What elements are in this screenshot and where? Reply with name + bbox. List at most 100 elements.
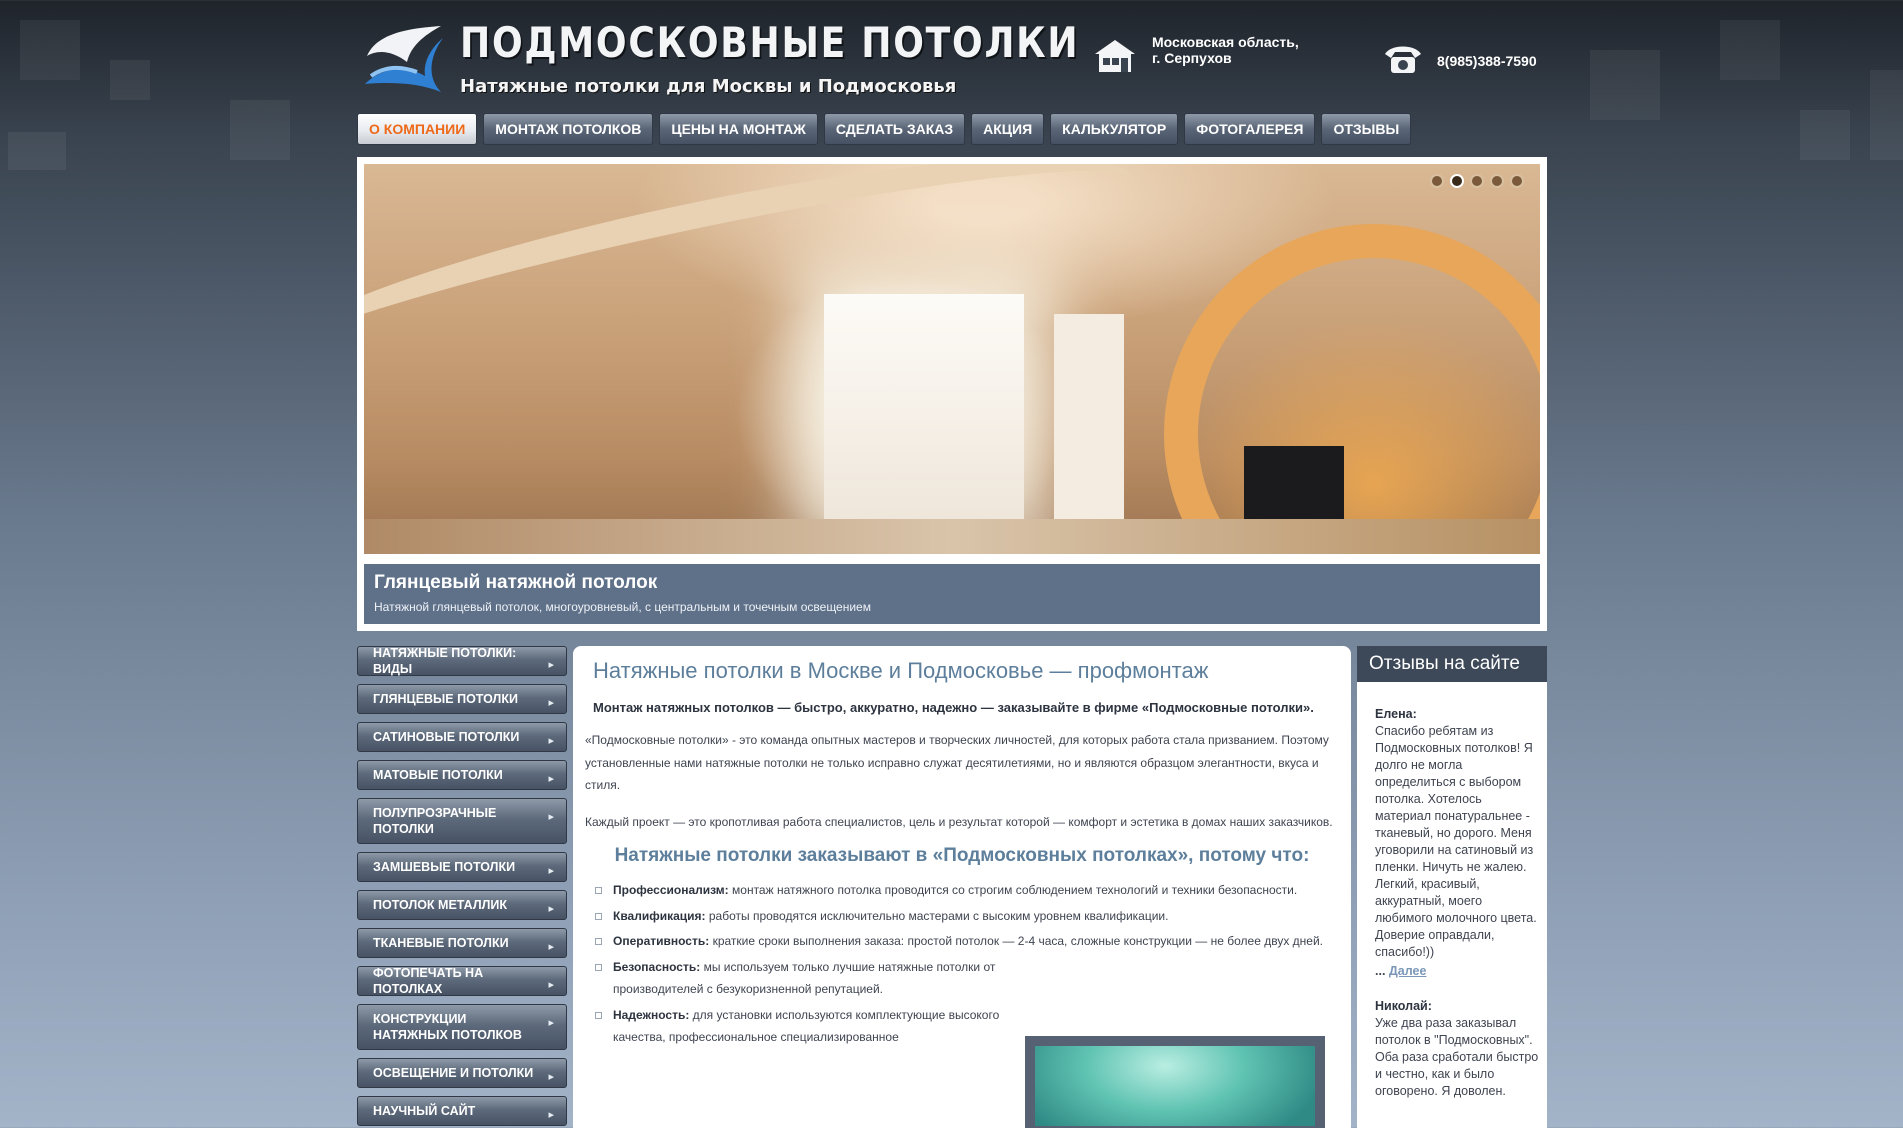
paragraph: «Подмосковные потолки» - это команда опы…: [585, 733, 1329, 792]
list-item-text: монтаж натяжного потолка проводится со с…: [732, 883, 1298, 897]
list-item-term: Надежность:: [613, 1007, 690, 1022]
nav-item-about[interactable]: О КОМПАНИИ: [357, 113, 478, 145]
background-decoration: [110, 60, 150, 100]
background-decoration: [1720, 20, 1780, 80]
chevron-right-icon: ▸: [548, 941, 554, 953]
sidebar-item-label: НАТЯЖНЫЕ ПОТОЛКИ: ВИДЫ: [373, 646, 517, 676]
reviews-title: Отзывы на сайте: [1357, 646, 1547, 682]
paragraph: Каждый проект — это кропотливая работа с…: [585, 814, 1333, 829]
tv-screen: [1244, 446, 1344, 521]
chevron-right-icon: ▸: [548, 735, 554, 747]
review-author: Елена:: [1375, 707, 1417, 721]
slider-dot-active[interactable]: [1450, 174, 1464, 188]
slider-dot[interactable]: [1470, 174, 1484, 188]
list-item-text: краткие сроки выполнения заказа: простой…: [712, 934, 1323, 948]
sidebar-item-constructions[interactable]: КОНСТРУКЦИИ НАТЯЖНЫХ ПОТОЛКОВ ▸: [357, 1004, 567, 1050]
ceiling-beam: [364, 164, 1149, 437]
phone-number[interactable]: 8(985)388-7590: [1437, 53, 1537, 69]
review-more-link[interactable]: Далее: [1389, 964, 1427, 978]
list-item: Квалификация: работы проводятся исключит…: [585, 905, 1339, 928]
sidebar-item-label: МАТОВЫЕ ПОТОЛКИ: [373, 768, 503, 782]
review-author: Николай:: [1375, 999, 1432, 1013]
nav-item-prices[interactable]: ЦЕНЫ НА МОНТАЖ: [659, 113, 818, 145]
list-item-text: работы проводятся исключительно мастерам…: [708, 908, 1169, 923]
sidebar-item-suede[interactable]: ЗАМШЕВЫЕ ПОТОЛКИ ▸: [357, 852, 567, 882]
ceiling-photo: [1035, 1046, 1315, 1126]
logo-icon[interactable]: [361, 22, 443, 94]
sidebar-item-label: КОНСТРУКЦИИ НАТЯЖНЫХ ПОТОЛКОВ: [373, 1012, 522, 1042]
list-item: Оперативность: краткие сроки выполнения …: [585, 930, 1339, 953]
reasons-list: Профессионализм: монтаж натяжного потолк…: [585, 879, 1339, 1049]
reviews-panel: Отзывы на сайте Елена: Спасибо ребятам и…: [1357, 646, 1547, 1128]
nav-item-promo[interactable]: АКЦИЯ: [971, 113, 1045, 145]
slide-caption-title: Глянцевый натяжной потолок: [374, 572, 658, 593]
sidebar-item-glossy[interactable]: ГЛЯНЦЕВЫЕ ПОТОЛКИ ▸: [357, 684, 567, 714]
main-content: Натяжные потолки в Москве и Подмосковье …: [573, 646, 1351, 1128]
review: Елена: Спасибо ребятам из Подмосковных п…: [1357, 706, 1547, 980]
list-item-term: Квалификация:: [613, 908, 706, 923]
image-slider: Глянцевый натяжной потолок Натяжной глян…: [357, 157, 1547, 631]
review-more: ... Далее: [1375, 963, 1539, 980]
nav-item-order[interactable]: СДЕЛАТЬ ЗАКАЗ: [823, 113, 966, 145]
sidebar-item-matte[interactable]: МАТОВЫЕ ПОТОЛКИ ▸: [357, 760, 567, 790]
bullet-icon: [595, 938, 602, 945]
background-decoration: [8, 132, 66, 170]
sidebar-item-fabric[interactable]: ТКАНЕВЫЕ ПОТОЛКИ ▸: [357, 928, 567, 958]
chevron-right-icon: ▸: [548, 1071, 554, 1083]
chevron-right-icon: ▸: [548, 1109, 554, 1121]
sidebar-item-label: ПОТОЛОК МЕТАЛЛИК: [373, 898, 507, 912]
list-item-term: Безопасность:: [613, 959, 701, 974]
sidebar-item-lighting[interactable]: ОСВЕЩЕНИЕ И ПОТОЛКИ ▸: [357, 1058, 567, 1088]
house-icon: [1095, 40, 1135, 72]
page-title: Натяжные потолки в Москве и Подмосковье …: [593, 658, 1209, 683]
review-text: Спасибо ребятам из Подмосковных потолков…: [1375, 724, 1537, 959]
sidebar-item-label: САТИНОВЫЕ ПОТОЛКИ: [373, 730, 520, 744]
ceiling-photo-thumbnail[interactable]: [1025, 1036, 1325, 1128]
address-line: Московская область,: [1152, 34, 1299, 50]
sidebar-item-translucent[interactable]: ПОЛУПРОЗРАЧНЫЕ ПОТОЛКИ ▸: [357, 798, 567, 844]
bullet-icon: [595, 912, 602, 920]
slider-dot[interactable]: [1430, 174, 1444, 188]
brand-title[interactable]: ПОДМОСКОВНЫЕ ПОТОЛКИ: [460, 18, 1079, 67]
chevron-right-icon: ▸: [548, 697, 554, 709]
slider-dot[interactable]: [1490, 174, 1504, 188]
sidebar-item-photoprint[interactable]: ФОТОПЕЧАТЬ НА ПОТОЛКАХ ▸: [357, 966, 567, 996]
lead-text: Монтаж натяжных потолков — быстро, аккур…: [593, 700, 1314, 715]
review: Николай: Уже два раза заказывал потолок …: [1357, 998, 1547, 1100]
background-decoration: [1870, 70, 1903, 160]
chevron-right-icon: ▸: [548, 903, 554, 915]
bullet-icon: [595, 1011, 602, 1019]
list-item: Надежность: для установки используются к…: [585, 1004, 1033, 1049]
sidebar-item-label: ЗАМШЕВЫЕ ПОТОЛКИ: [373, 860, 516, 874]
ceiling-arch: [1164, 224, 1540, 554]
phone-icon: [1385, 46, 1421, 73]
nav-item-calculator[interactable]: КАЛЬКУЛЯТОР: [1050, 113, 1179, 145]
slider-dot[interactable]: [1510, 174, 1524, 188]
background-decoration: [20, 20, 80, 80]
main-nav: О КОМПАНИИ МОНТАЖ ПОТОЛКОВ ЦЕНЫ НА МОНТА…: [357, 113, 1412, 145]
sidebar-item-label: НАУЧНЫЙ САЙТ: [373, 1104, 476, 1118]
nav-item-gallery[interactable]: ФОТОГАЛЕРЕЯ: [1184, 113, 1316, 145]
sidebar-item-label: ОСВЕЩЕНИЕ И ПОТОЛКИ: [373, 1066, 534, 1080]
slide-caption-text: Натяжной глянцевый потолок, многоуровнев…: [374, 600, 871, 614]
nav-item-installation[interactable]: МОНТАЖ ПОТОЛКОВ: [483, 113, 654, 145]
nav-item-reviews[interactable]: ОТЗЫВЫ: [1321, 113, 1412, 145]
brand-subtitle: Натяжные потолки для Москвы и Подмосковь…: [460, 76, 957, 97]
sidebar-item-types[interactable]: НАТЯЖНЫЕ ПОТОЛКИ: ВИДЫ ▸: [357, 646, 567, 676]
sidebar-item-science[interactable]: НАУЧНЫЙ САЙТ ▸: [357, 1096, 567, 1126]
background-decoration: [230, 100, 290, 160]
sidebar-item-metallic[interactable]: ПОТОЛОК МЕТАЛЛИК ▸: [357, 890, 567, 920]
sidebar-item-label: ПОЛУПРОЗРАЧНЫЕ ПОТОЛКИ: [373, 806, 497, 836]
chevron-right-icon: ▸: [548, 659, 554, 671]
slide-image[interactable]: [364, 164, 1540, 554]
sidebar-item-satin[interactable]: САТИНОВЫЕ ПОТОЛКИ ▸: [357, 722, 567, 752]
slider-dots: [1430, 174, 1524, 188]
review-more-prefix: ...: [1375, 964, 1386, 978]
sidebar-menu: НАТЯЖНЫЕ ПОТОЛКИ: ВИДЫ ▸ ГЛЯНЦЕВЫЕ ПОТОЛК…: [357, 646, 567, 1128]
window: [824, 294, 1024, 524]
chevron-right-icon: ▸: [548, 1017, 554, 1029]
floor: [364, 519, 1540, 554]
review-text: Уже два раза заказывал потолок в "Подмос…: [1375, 1016, 1539, 1098]
address: Московская область, г. Серпухов: [1152, 34, 1299, 66]
bullet-icon: [595, 887, 602, 894]
